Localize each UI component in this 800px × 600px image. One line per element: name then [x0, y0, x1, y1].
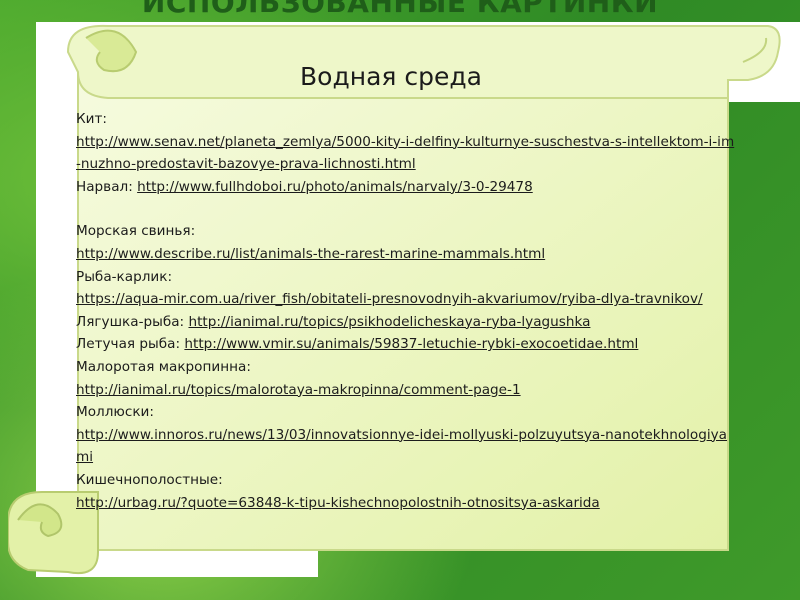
- entry-label: Кит:: [76, 111, 107, 127]
- source-link[interactable]: https://aqua-mir.com.ua/river_fish/obita…: [76, 291, 703, 307]
- list-item: Летучая рыба: http://www.vmir.su/animals…: [76, 333, 736, 356]
- entry-label: Кишечнополостные:: [76, 471, 223, 488]
- entry-label: Рыба-карлик:: [76, 268, 173, 285]
- entry-label: Моллюски:: [76, 404, 154, 421]
- source-link[interactable]: http://ianimal.ru/topics/malorotaya-makr…: [76, 382, 521, 398]
- entry-label: Малоротая макропинна:: [76, 358, 251, 375]
- list-item: Малоротая макропинна: http://ianimal.ru/…: [76, 356, 736, 401]
- entry-label: Летучая рыба:: [76, 336, 181, 353]
- page-title: ИСПОЛЬЗОВАННЫЕ КАРТИНКИ: [141, 0, 659, 19]
- source-link[interactable]: http://www.senav.net/planeta_zemlya/5000…: [76, 134, 734, 173]
- list-item: Кит: http://www.senav.net/planeta_zemlya…: [76, 108, 736, 176]
- source-link[interactable]: http://www.vmir.su/animals/59837-letuchi…: [184, 336, 638, 352]
- entry-label: Нарвал:: [76, 178, 133, 195]
- entry-label: Морская свинья:: [76, 223, 196, 240]
- list-item: Рыба-карлик: https://aqua-mir.com.ua/riv…: [76, 266, 736, 311]
- section-heading: Водная среда: [300, 62, 482, 91]
- source-link[interactable]: http://www.fullhdoboi.ru/photo/animals/n…: [137, 179, 533, 195]
- sources-list: Кит: http://www.senav.net/planeta_zemlya…: [76, 108, 736, 514]
- list-item: Моллюски: http://www.innoros.ru/news/13/…: [76, 401, 736, 469]
- source-link[interactable]: http://ianimal.ru/topics/psikhodelichesk…: [188, 314, 590, 330]
- source-link[interactable]: http://www.innoros.ru/news/13/03/innovat…: [76, 427, 727, 466]
- entry-label: Лягушка-рыба:: [76, 313, 185, 330]
- list-item: Кишечнополостные: http://urbag.ru/?quote…: [76, 469, 736, 514]
- list-item: Нарвал: http://www.fullhdoboi.ru/photo/a…: [76, 176, 736, 199]
- source-link[interactable]: http://www.describe.ru/list/animals-the-…: [76, 246, 545, 262]
- list-item: Лягушка-рыба: http://ianimal.ru/topics/p…: [76, 311, 736, 334]
- source-link[interactable]: http://urbag.ru/?quote=63848-k-tipu-kish…: [76, 495, 600, 511]
- list-item: Морская свинья: http://www.describe.ru/l…: [76, 220, 736, 265]
